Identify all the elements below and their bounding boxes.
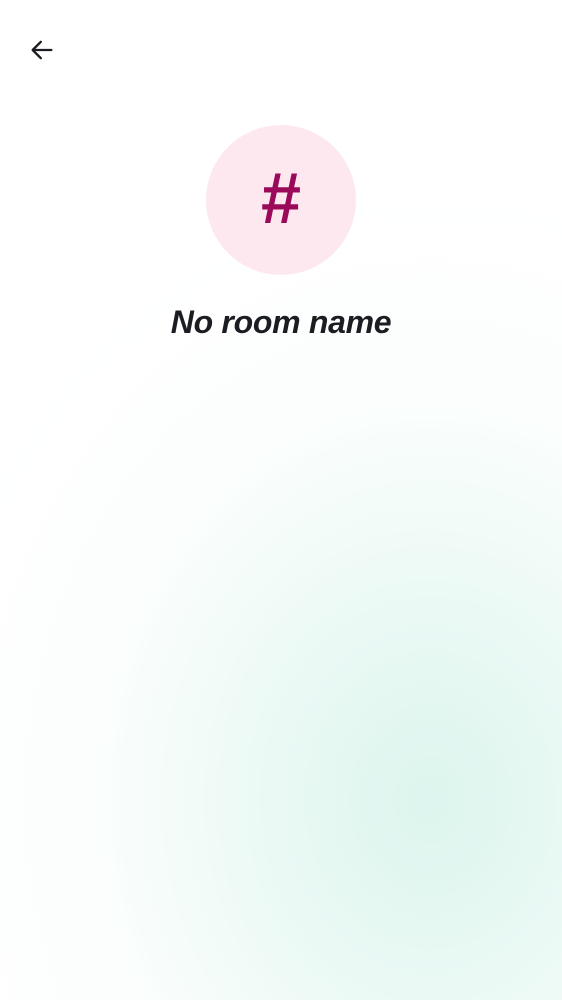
arrow-left-icon	[31, 40, 53, 60]
room-name-title: No room name	[170, 304, 392, 340]
room-details-screen: # No room name	[0, 0, 562, 1000]
back-button[interactable]	[20, 28, 64, 72]
room-avatar: #	[206, 125, 356, 275]
hash-icon: #	[260, 159, 302, 239]
